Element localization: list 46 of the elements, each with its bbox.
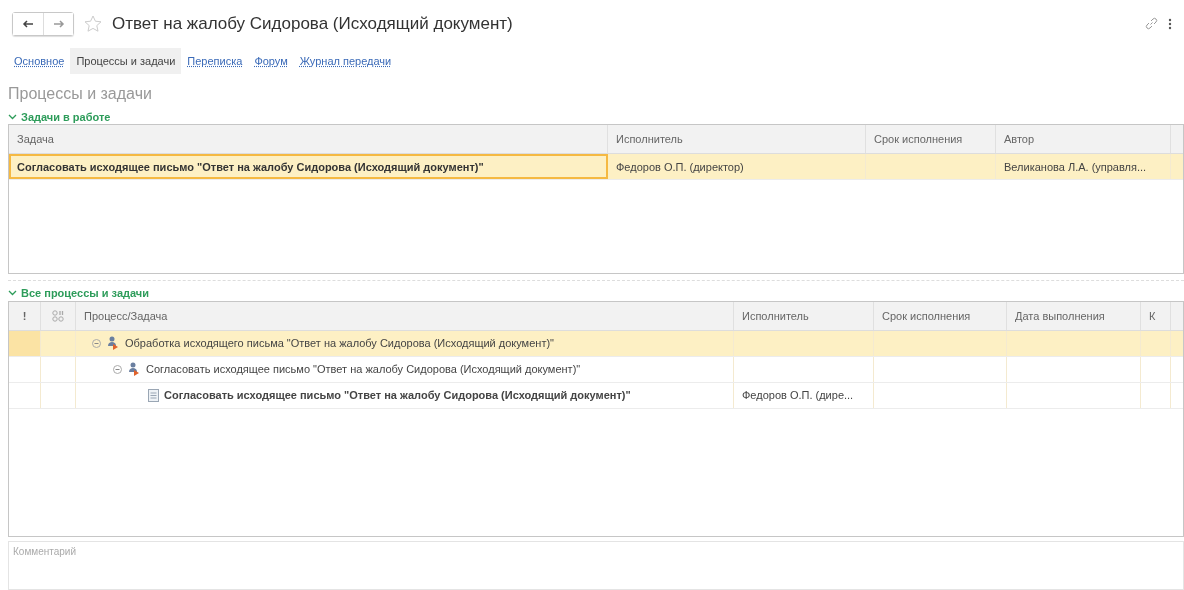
column-header[interactable]: Процесс/Задача [76,301,734,330]
table-cell: Согласовать исходящее письмо "Ответ на жалобу Сидорова (Исходящий документ)" [9,154,608,180]
section-title: Процессы и задачи [8,84,153,103]
document-icon [148,388,159,402]
table-row[interactable]: Согласовать исходящее письмо "Ответ на жалобу Сидорова (Исходящий документ)" Федоров О.П. (директор) Великанова Л.А. (управля... [9,154,1183,181]
table-cell: Федоров О.П. (дире... [734,382,874,408]
people-icon [127,362,141,377]
window-title: Ответ на жалобу Сидорова (Исходящий документ) [112,13,514,34]
tab[interactable]: Журнал передачи [293,47,398,74]
column-header[interactable]: Срок исполнения [866,125,996,154]
tab[interactable]: Форум [248,47,294,74]
comment-field[interactable]: Комментарий [8,540,1184,590]
column-header[interactable]: Исполнитель [734,301,874,330]
table-cell: Великанова Л.А. (управля... [996,154,1171,180]
forward-button[interactable] [43,12,73,35]
link-icon[interactable] [1145,17,1158,31]
column-header[interactable]: Задача [9,125,608,154]
table-cell: Федоров О.П. (директор) [608,154,866,180]
collapse-icon[interactable] [92,338,101,348]
column-header[interactable]: Срок исполнения [874,301,1007,330]
more-icon[interactable] [1168,17,1172,30]
tree-row[interactable]: Согласовать исходящее письмо "Ответ на жалобу Сидорова (Исходящий документ)" [9,356,1183,383]
people-icon [106,336,120,351]
column-header[interactable]: Исполнитель [608,125,866,154]
arrow-left-icon [22,19,34,28]
tab[interactable]: Основное [8,47,71,74]
tree-row[interactable]: Обработка исходящего письма "Ответ на жалобу Сидорова (Исходящий документ)" [9,330,1183,357]
status-icon [52,309,64,322]
tab[interactable]: Переписка [181,47,249,74]
tree-item-label: Обработка исходящего письма "Ответ на жалобу Сидорова (Исходящий документ)" [125,337,554,350]
tree-item-label: Согласовать исходящее письмо "Ответ на жалобу Сидорова (Исходящий документ)" [146,363,581,376]
column-header[interactable]: Автор [996,125,1171,154]
collapse-icon[interactable] [113,364,122,374]
chevron-icon[interactable] [8,288,17,298]
group-title[interactable]: Задачи в работе [21,110,111,123]
chevron-icon[interactable] [8,112,17,122]
tree-row[interactable]: Согласовать исходящее письмо "Ответ на жалобу Сидорова (Исходящий документ)" Федоров О.П. (дире... [9,382,1183,409]
column-header[interactable]: К [1141,301,1171,330]
arrow-right-icon [52,19,65,28]
column-header[interactable]: ! [9,301,41,330]
star-icon[interactable] [84,14,102,33]
column-header[interactable]: Дата выполнения [1007,301,1141,330]
tree-item-label: Согласовать исходящее письмо "Ответ на жалобу Сидорова (Исходящий документ)" [164,389,631,402]
back-button[interactable] [13,12,43,35]
tab[interactable]: Процессы и задачи [70,47,182,74]
group-title[interactable]: Все процессы и задачи [21,286,149,299]
